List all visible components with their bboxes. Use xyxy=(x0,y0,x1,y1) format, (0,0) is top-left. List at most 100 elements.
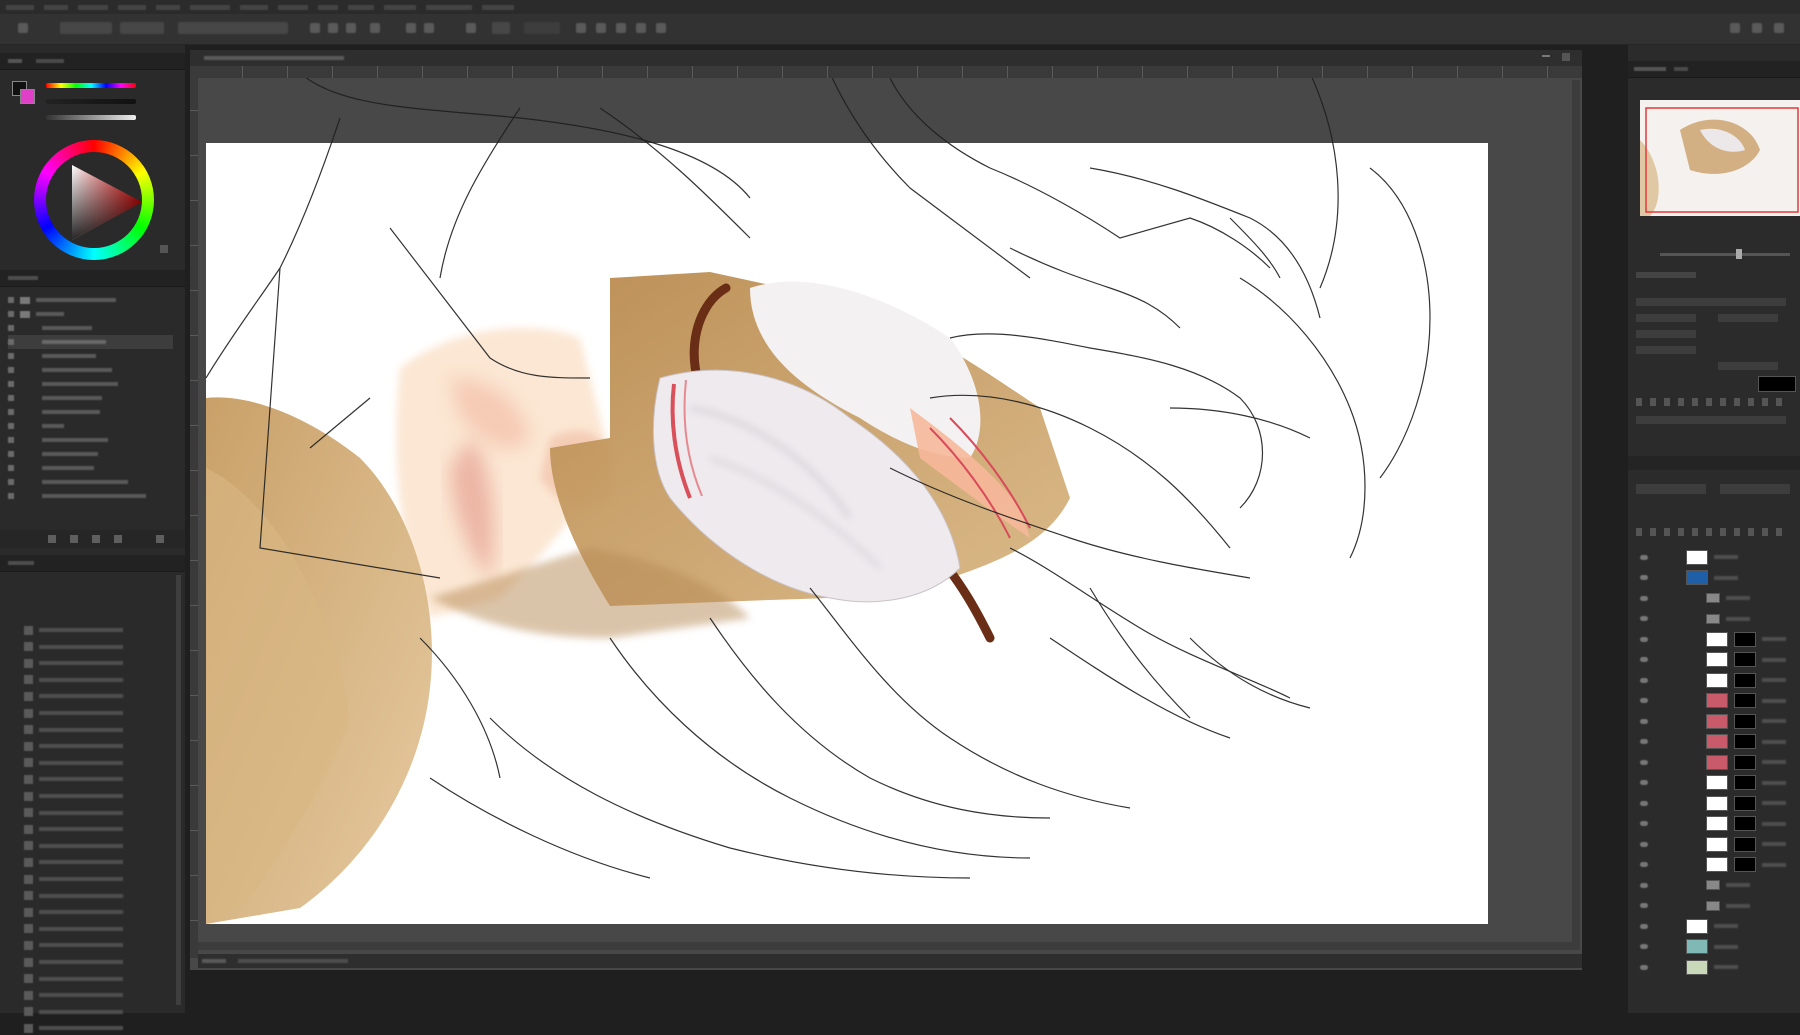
opacity-field[interactable] xyxy=(1720,484,1790,494)
hue-slider[interactable] xyxy=(46,83,136,88)
layers-tab[interactable] xyxy=(8,276,38,280)
history-step[interactable] xyxy=(24,922,189,936)
layer-row[interactable] xyxy=(8,321,173,335)
canvas-horizontal-scrollbar[interactable] xyxy=(198,942,1572,950)
layer-row[interactable] xyxy=(1640,815,1800,833)
eye-icon[interactable] xyxy=(1640,759,1648,765)
history-step[interactable] xyxy=(24,673,189,687)
navigator-thumbnail[interactable] xyxy=(1640,100,1800,216)
property-row[interactable] xyxy=(1636,272,1696,278)
align-center-icon[interactable] xyxy=(328,23,338,33)
menu-item-3[interactable] xyxy=(78,5,108,10)
saturation-slider[interactable] xyxy=(46,99,136,104)
layer-row[interactable] xyxy=(8,405,173,419)
layer-row[interactable] xyxy=(1640,856,1800,874)
color-panel-header[interactable] xyxy=(0,53,185,70)
visibility-check[interactable] xyxy=(8,367,14,373)
eye-icon[interactable] xyxy=(1640,739,1648,744)
layer-row[interactable] xyxy=(8,363,173,377)
transform-controls-toggle[interactable] xyxy=(178,22,288,34)
layer-row[interactable] xyxy=(1640,589,1800,607)
align-left-icon[interactable] xyxy=(310,23,320,33)
visibility-check[interactable] xyxy=(8,353,14,359)
eye-icon[interactable] xyxy=(1640,862,1648,867)
eye-icon[interactable] xyxy=(1640,575,1648,580)
history-step[interactable] xyxy=(24,988,189,1002)
text-style-buttons[interactable] xyxy=(1636,398,1786,406)
close-icon[interactable] xyxy=(1562,53,1570,61)
history-step[interactable] xyxy=(24,756,189,770)
layer-row[interactable] xyxy=(8,377,173,391)
3d-slide-icon[interactable] xyxy=(636,23,646,33)
group-icon[interactable] xyxy=(114,535,122,543)
visibility-check[interactable] xyxy=(8,395,14,401)
navigator-tab[interactable] xyxy=(1634,67,1666,71)
eye-icon[interactable] xyxy=(1640,780,1648,785)
layer-row[interactable] xyxy=(1640,876,1800,894)
eye-icon[interactable] xyxy=(1640,903,1648,908)
layer-row[interactable] xyxy=(1640,692,1800,710)
menu-item-7[interactable] xyxy=(240,5,268,10)
property-row[interactable] xyxy=(1636,416,1786,424)
zoom-level[interactable] xyxy=(202,959,226,963)
eye-icon[interactable] xyxy=(1640,677,1648,683)
eye-icon[interactable] xyxy=(1640,882,1648,888)
search-icon[interactable] xyxy=(1730,23,1740,33)
history-step[interactable] xyxy=(24,955,189,969)
layer-row[interactable] xyxy=(1640,774,1800,792)
layer-row[interactable] xyxy=(8,293,173,307)
info-tab[interactable] xyxy=(1674,67,1688,71)
visibility-check[interactable] xyxy=(8,465,14,471)
visibility-check[interactable] xyxy=(8,339,14,345)
layer-row[interactable] xyxy=(1640,835,1800,853)
history-step[interactable] xyxy=(24,656,189,670)
layer-row[interactable] xyxy=(1640,569,1800,587)
layer-row[interactable] xyxy=(1640,938,1800,956)
history-step[interactable] xyxy=(24,806,189,820)
visibility-check[interactable] xyxy=(8,325,14,331)
layer-row[interactable] xyxy=(1640,897,1800,915)
eye-icon[interactable] xyxy=(1640,841,1648,847)
share-icon[interactable] xyxy=(1774,23,1784,33)
history-step[interactable] xyxy=(24,872,189,886)
navigator-panel-header[interactable] xyxy=(1628,61,1800,78)
layers-panel-right-header[interactable] xyxy=(1628,456,1800,470)
visibility-check[interactable] xyxy=(8,451,14,457)
distribute-icon-3[interactable] xyxy=(424,23,434,33)
menu-item-1[interactable] xyxy=(6,5,34,10)
layer-row[interactable] xyxy=(8,433,173,447)
property-row[interactable] xyxy=(1636,330,1696,338)
visibility-check[interactable] xyxy=(8,493,14,499)
layer-row[interactable] xyxy=(1640,548,1800,566)
brightness-slider[interactable] xyxy=(46,115,136,120)
layers-panel-header[interactable] xyxy=(0,270,185,287)
layer-row[interactable] xyxy=(8,475,173,489)
history-scrollbar[interactable] xyxy=(176,575,181,1005)
3d-pan-icon[interactable] xyxy=(616,23,626,33)
menu-item-5[interactable] xyxy=(156,5,180,10)
layer-row[interactable] xyxy=(8,419,173,433)
eye-icon[interactable] xyxy=(1640,800,1648,806)
menu-bar[interactable] xyxy=(0,0,1800,14)
navigator-zoom-handle[interactable] xyxy=(1736,249,1742,259)
menu-item-2[interactable] xyxy=(44,5,68,10)
history-step[interactable] xyxy=(24,1005,189,1019)
adjust-icon[interactable] xyxy=(92,535,100,543)
swatches-tab[interactable] xyxy=(36,59,64,63)
eye-icon[interactable] xyxy=(1640,821,1648,826)
history-panel-header[interactable] xyxy=(0,555,185,572)
history-step[interactable] xyxy=(24,822,189,836)
menu-item-11[interactable] xyxy=(384,5,416,10)
menu-item-8[interactable] xyxy=(278,5,308,10)
layer-row[interactable] xyxy=(1640,733,1800,751)
mask-icon[interactable] xyxy=(70,535,78,543)
visibility-check[interactable] xyxy=(8,423,14,429)
layer-row[interactable] xyxy=(1640,712,1800,730)
color-wheel-icon[interactable] xyxy=(34,140,154,260)
property-row[interactable] xyxy=(1636,314,1696,322)
menu-item-6[interactable] xyxy=(190,5,230,10)
lock-buttons[interactable] xyxy=(1636,528,1786,536)
history-tab[interactable] xyxy=(8,561,34,565)
document-tab[interactable] xyxy=(190,50,1582,66)
property-row[interactable] xyxy=(1718,314,1778,322)
